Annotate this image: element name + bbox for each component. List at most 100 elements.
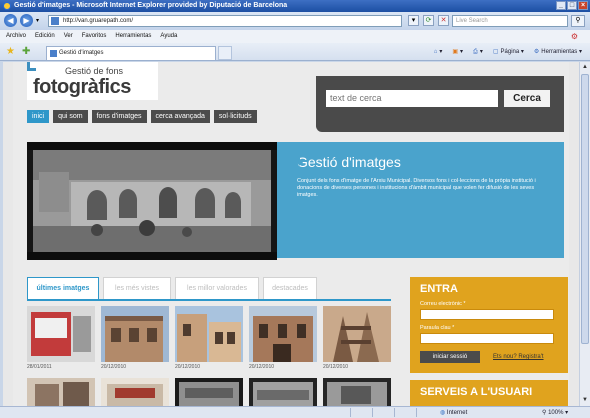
dropdown-icon[interactable]: ▾ (408, 15, 419, 26)
hero-photo-graphic (27, 142, 277, 260)
nav-inici[interactable]: inici (27, 110, 50, 123)
login-title: ENTRA (420, 283, 458, 295)
password-label: Paraula clau * (420, 325, 455, 331)
thumbnail-image[interactable] (323, 306, 391, 362)
live-search-input[interactable]: Live Search (452, 15, 568, 27)
thumbnail-date: 20/12/2010 (175, 364, 201, 370)
window-titlebar: Gestió d'imatges - Microsoft Internet Ex… (0, 0, 590, 12)
password-field[interactable] (420, 333, 554, 344)
browser-tab-label: Gestió d'imatges (59, 50, 104, 56)
page-menu[interactable]: ▢ Página ▾ (493, 47, 524, 57)
menu-favoritos[interactable]: Favoritos (82, 30, 107, 43)
page-viewport: Gestió de fons fotogràfics Cerca inici q… (3, 62, 579, 406)
address-buttons: ▾ ⟳ ✕ (408, 15, 449, 26)
tab-mes-vistes[interactable]: les més vistes (103, 277, 171, 299)
menu-ver[interactable]: Ver (64, 30, 73, 43)
minimize-button[interactable]: _ (556, 1, 566, 10)
thumbnail-image[interactable] (175, 306, 243, 362)
nav-qui-som[interactable]: qui som (53, 110, 88, 123)
hero-photo[interactable] (27, 142, 277, 260)
thumbnail-image[interactable] (323, 378, 391, 406)
site-search-input[interactable] (326, 90, 498, 107)
login-panel: ENTRA Correu electrònic * Paraula clau *… (410, 277, 568, 373)
thumbnail-image[interactable] (249, 306, 317, 362)
back-arrow-icon[interactable]: ◀ (4, 14, 17, 27)
tab-destacades[interactable]: destacades (263, 277, 317, 299)
window-controls: _ □ × (556, 1, 588, 10)
thumbnail-date: 28/01/2011 (27, 364, 52, 370)
zoom-control[interactable]: ⚲ 100% ▾ (542, 408, 568, 418)
zoom-level: 100% (548, 410, 564, 416)
status-divider (394, 408, 395, 417)
logo-corner-mark (27, 62, 36, 71)
thumbnail-item[interactable]: 20/12/2010 (175, 306, 243, 370)
user-services-title: SERVEIS A L'USUARI (420, 386, 533, 398)
thumbnail-image[interactable] (27, 378, 95, 406)
tab-ultimes-imatges[interactable]: últimes imatges (27, 277, 99, 299)
security-zone-label: Internet (446, 410, 468, 416)
stop-icon[interactable]: ✕ (438, 15, 449, 26)
email-field[interactable] (420, 309, 554, 320)
feeds-icon[interactable]: ▣ ▾ (452, 47, 463, 57)
menu-ayuda[interactable]: Ayuda (160, 30, 177, 43)
gear-icon[interactable]: ⚙ (571, 32, 578, 41)
search-icon[interactable]: ⚲ (571, 15, 585, 27)
vertical-scrollbar[interactable]: ▲ ▼ (579, 62, 590, 406)
main-nav: inici qui som fons d'imatges cerca avanç… (27, 110, 257, 123)
thumbnail-item[interactable]: 20/12/2010 (101, 306, 169, 370)
close-button[interactable]: × (578, 1, 588, 10)
hero-description: Conjunt dels fons d'imatge de l'Arxiu Mu… (297, 178, 536, 198)
print-icon[interactable]: ⎙ ▾ (473, 47, 483, 57)
thumbnail-image[interactable] (101, 378, 169, 406)
nav-cerca-avancada[interactable]: cerca avançada (150, 110, 210, 123)
security-zone[interactable]: ◍ Internet (440, 408, 467, 418)
address-input[interactable]: http://van.gruarepath.com/ (48, 15, 402, 27)
refresh-icon[interactable]: ⟳ (423, 15, 434, 26)
forward-arrow-icon[interactable]: ▶ (20, 14, 33, 27)
status-divider (416, 408, 417, 417)
thumbnail-item[interactable]: 20/12/2010 (323, 306, 391, 370)
zoom-icon: ⚲ (542, 410, 547, 416)
status-divider (350, 408, 351, 417)
menu-archivo[interactable]: Archivo (6, 30, 26, 43)
new-tab-button[interactable] (218, 46, 232, 60)
login-button[interactable]: iniciar sessió (420, 351, 480, 363)
image-tabs: últimes imatges les més vistes les millo… (27, 277, 391, 301)
page-icon (51, 17, 59, 25)
status-divider (372, 408, 373, 417)
logo-subtitle: Gestió de fons (65, 66, 124, 76)
search-button[interactable]: Cerca (504, 90, 550, 107)
nav-fons-imatges[interactable]: fons d'imatges (91, 110, 147, 123)
tab-bar: ★ ✚ Gestió d'imatges ⌂ ▾ ▣ ▾ ⎙ ▾ ▢ Página ▾ … (0, 43, 590, 61)
thumbnail-image[interactable] (101, 306, 169, 362)
thumbnail-item[interactable]: 28/01/2011 (27, 306, 95, 370)
favorites-star-icon[interactable]: ★ (6, 46, 15, 57)
thumbnail-date: 20/12/2010 (323, 364, 349, 370)
status-bar: ◍ Internet ⚲ 100% ▾ (0, 406, 590, 418)
tools-menu[interactable]: ⚙ Herramientas ▾ (534, 47, 582, 57)
site-logo[interactable]: Gestió de fons fotogràfics (27, 62, 158, 100)
menu-edicion[interactable]: Edición (35, 30, 55, 43)
scroll-up-icon[interactable]: ▲ (581, 63, 589, 72)
menu-herramientas[interactable]: Herramientas (115, 30, 151, 43)
internet-explorer-icon (3, 2, 11, 10)
home-icon[interactable]: ⌂ ▾ (434, 47, 443, 57)
register-link[interactable]: Ets nou? Registra't (493, 354, 544, 360)
history-dropdown-icon[interactable]: ▾ (36, 17, 39, 24)
thumbnail-item[interactable]: 20/12/2010 (249, 306, 317, 370)
scroll-down-icon[interactable]: ▼ (581, 396, 589, 405)
thumbnail-image[interactable] (175, 378, 243, 406)
address-toolbar: ◀ ▶ ▾ http://van.gruarepath.com/ ▾ ⟳ ✕ L… (0, 12, 590, 30)
tab-millor-valorades[interactable]: les millor valorades (175, 277, 259, 299)
thumbnail-image[interactable] (27, 306, 95, 362)
nav-sollicituds[interactable]: sol·licituds (213, 110, 257, 123)
browser-tab-active[interactable]: Gestió d'imatges (46, 46, 216, 60)
add-favorites-icon[interactable]: ✚ (22, 46, 30, 57)
thumbnail-date: 20/12/2010 (249, 364, 275, 370)
email-label: Correu electrònic * (420, 301, 466, 307)
globe-icon: ◍ (440, 410, 446, 416)
scrollbar-thumb[interactable] (581, 74, 589, 344)
thumbnail-image[interactable] (249, 378, 317, 406)
logo-title: fotogràfics (33, 76, 131, 98)
maximize-button[interactable]: □ (567, 1, 577, 10)
